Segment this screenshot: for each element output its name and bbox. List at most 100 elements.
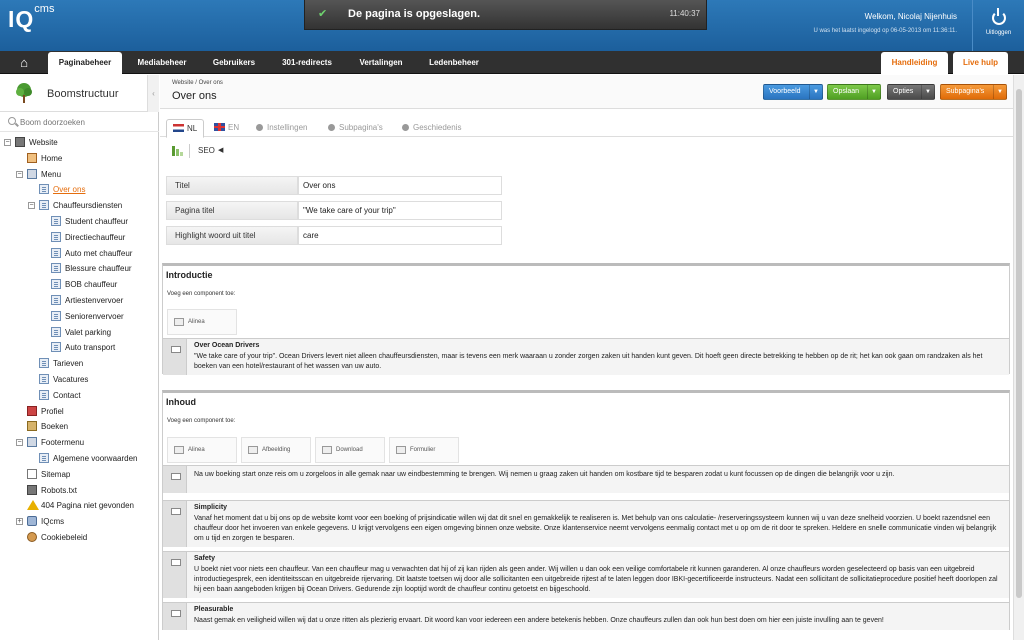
tree-item[interactable]: Algemene voorwaarden xyxy=(0,451,159,466)
nav-gebruikers[interactable]: Gebruikers xyxy=(200,51,268,74)
block-handle[interactable] xyxy=(163,339,187,375)
page-title-input[interactable] xyxy=(298,201,502,220)
tree-item-label: Auto transport xyxy=(65,343,116,353)
tree-item[interactable]: Blessure chauffeur xyxy=(0,261,159,276)
tree-item[interactable]: − Menu xyxy=(0,167,159,182)
tree-item[interactable]: 404 Pagina niet gevonden xyxy=(0,498,159,513)
tree-item[interactable]: Home xyxy=(0,151,159,166)
tree-item[interactable]: Tarieven xyxy=(0,356,159,371)
tree-item[interactable]: + IQcms xyxy=(0,514,159,529)
iqcms-logo[interactable]: IQcms xyxy=(8,3,54,33)
tree-search-input[interactable] xyxy=(20,116,150,129)
tree-item[interactable]: BOB chauffeur xyxy=(0,277,159,292)
tree-item[interactable]: Contact xyxy=(0,388,159,403)
title-input[interactable] xyxy=(298,176,502,195)
add-alinea-button[interactable]: Alinea xyxy=(167,309,237,335)
subpages-button[interactable]: Subpagina's ▼ xyxy=(940,84,1007,100)
add-alinea-button[interactable]: Alinea xyxy=(167,437,237,463)
tree-item[interactable]: − Website xyxy=(0,135,159,150)
main-scrollbar[interactable] xyxy=(1013,75,1024,640)
breadcrumb[interactable]: Website / Over ons xyxy=(172,80,223,86)
page-icon xyxy=(51,231,61,242)
tree-item[interactable]: Cookiebeleid xyxy=(0,530,159,545)
tree-item-label: Over ons xyxy=(53,185,86,195)
page-icon xyxy=(51,326,61,337)
tree-item[interactable]: Valet parking xyxy=(0,325,159,340)
page-header: Website / Over ons Over ons Voorbeeld ▼ O… xyxy=(160,75,1013,109)
logout-button[interactable]: Uitloggen xyxy=(972,0,1024,51)
tree-item[interactable]: − Footermenu xyxy=(0,435,159,450)
tab-instellingen[interactable]: Instellingen xyxy=(256,119,307,138)
tree-item[interactable]: Vacatures xyxy=(0,372,159,387)
sidebar-header: Boomstructuur ‹ xyxy=(0,75,159,112)
collapse-icon[interactable]: − xyxy=(16,170,23,178)
nav-handleiding[interactable]: Handleiding xyxy=(881,52,948,75)
add-formulier-button[interactable]: Formulier xyxy=(389,437,459,463)
tree-item[interactable]: Over ons xyxy=(0,182,159,197)
content-block[interactable]: Simplicity Vanaf het moment dat u bij on… xyxy=(163,500,1009,547)
tree-item[interactable]: Robots.txt xyxy=(0,483,159,498)
expand-icon[interactable]: + xyxy=(16,518,23,526)
tab-geschiedenis[interactable]: Geschiedenis xyxy=(402,119,461,138)
save-button[interactable]: Opslaan ▼ xyxy=(827,84,881,100)
content-block[interactable]: Safety U boekt niet voor niets een chauf… xyxy=(163,551,1009,598)
tree-item[interactable]: Profiel xyxy=(0,404,159,419)
home-icon[interactable]: ⌂ xyxy=(12,54,36,71)
page-icon xyxy=(51,216,61,226)
flag-nl-icon xyxy=(173,124,184,132)
preview-button[interactable]: Voorbeeld ▼ xyxy=(763,84,823,100)
site-icon xyxy=(27,484,37,495)
tree-item[interactable]: Seniorenvervoer xyxy=(0,309,159,324)
tree-item[interactable]: Boeken xyxy=(0,419,159,434)
tree-item[interactable]: − Chauffeursdiensten xyxy=(0,198,159,213)
cms-app: IQcms ✔ De pagina is opgeslagen. 11:40:3… xyxy=(0,0,1024,640)
tab-en[interactable]: EN xyxy=(214,119,239,138)
block-handle[interactable] xyxy=(163,501,187,547)
block-text: Naast gemak en veiligheid willen wij dat… xyxy=(194,617,884,624)
tab-nl[interactable]: NL xyxy=(166,119,205,138)
tree-item[interactable]: Auto met chauffeur xyxy=(0,246,159,261)
top-header: IQcms ✔ De pagina is opgeslagen. 11:40:3… xyxy=(0,0,1024,51)
field-label: Pagina titel xyxy=(166,201,298,220)
collapse-icon[interactable]: − xyxy=(4,139,11,146)
content-block[interactable]: Na uw boeking start onze reis om u zorge… xyxy=(163,465,1009,493)
add-afbeelding-button[interactable]: Afbeelding xyxy=(241,437,311,463)
page-icon xyxy=(39,200,49,211)
options-button[interactable]: Opties ▼ xyxy=(887,84,935,100)
scrollbar-thumb[interactable] xyxy=(1016,89,1022,598)
nav-live-hulp[interactable]: Live hulp xyxy=(953,52,1008,75)
tree-item-label: Seniorenvervoer xyxy=(65,311,124,321)
collapse-icon[interactable]: − xyxy=(28,202,35,210)
block-handle[interactable] xyxy=(163,603,187,630)
block-handle[interactable] xyxy=(163,552,187,598)
content-block[interactable]: Over Ocean Drivers "We take care of your… xyxy=(163,338,1009,375)
nav-mediabeheer[interactable]: Mediabeheer xyxy=(128,51,196,74)
tree-item[interactable]: Sitemap xyxy=(0,467,159,482)
tree-item[interactable]: Directiechauffeur xyxy=(0,230,159,245)
collapse-icon[interactable]: − xyxy=(16,439,23,447)
block-text: U boekt niet voor niets een chauffeur. V… xyxy=(194,566,998,593)
tree-item[interactable]: Artiestenvervoer xyxy=(0,293,159,308)
block-title: Simplicity xyxy=(194,504,228,511)
content-block[interactable]: Pleasurable Naast gemak en veiligheid wi… xyxy=(163,602,1009,630)
seo-chart-icon xyxy=(172,146,183,156)
nav-paginabeheer[interactable]: Paginabeheer xyxy=(48,52,122,75)
last-login-text: U was het laatst ingelogd op 06-05-2013 … xyxy=(813,28,957,34)
page-icon xyxy=(51,342,61,353)
highlight-word-input[interactable] xyxy=(298,226,502,245)
section-title: Introductie xyxy=(166,270,213,280)
tree-item[interactable]: Auto transport xyxy=(0,340,159,355)
nav-vertalingen[interactable]: Vertalingen xyxy=(346,51,416,74)
tree-item[interactable]: Student chauffeur xyxy=(0,214,159,229)
tab-subpaginas[interactable]: Subpagina's xyxy=(328,119,383,138)
add-download-button[interactable]: Download xyxy=(315,437,385,463)
page-icon xyxy=(51,279,61,290)
subpages-icon xyxy=(328,124,335,131)
page-icon xyxy=(39,184,49,195)
tree-item-label: Directiechauffeur xyxy=(65,232,126,242)
sidebar-collapse-button[interactable]: ‹ xyxy=(147,75,159,112)
nav-301-redirects[interactable]: 301-redirects xyxy=(272,51,342,74)
nav-ledenbeheer[interactable]: Ledenbeheer xyxy=(420,51,488,74)
page-title: Over ons xyxy=(172,90,217,102)
block-handle[interactable] xyxy=(163,466,187,493)
